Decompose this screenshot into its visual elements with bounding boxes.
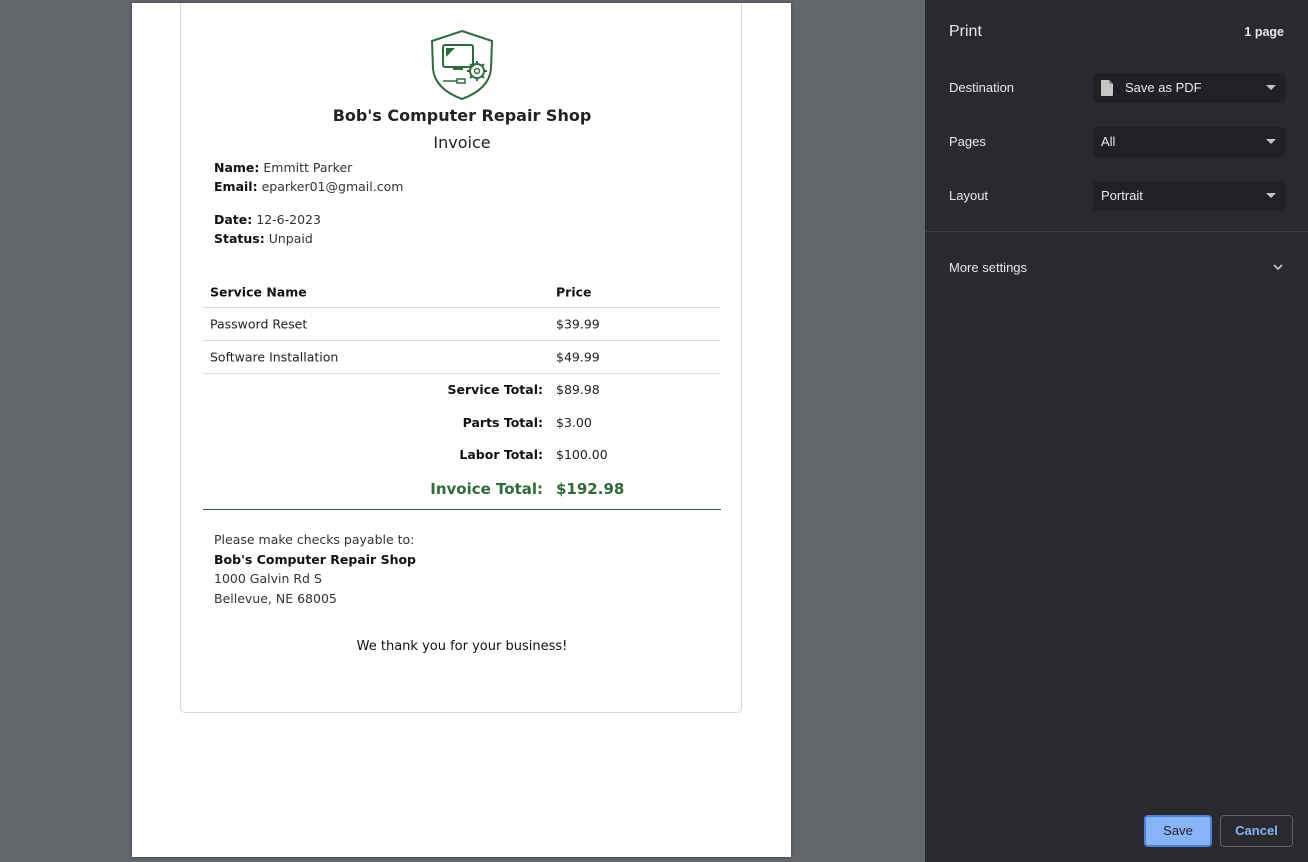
customer-email: eparker01@gmail.com xyxy=(261,179,404,194)
column-header-price: Price xyxy=(556,284,592,300)
save-button[interactable]: Save xyxy=(1144,815,1212,847)
invoice-title: Invoice xyxy=(433,133,491,152)
panel-divider xyxy=(925,231,1308,232)
customer-info: Name: Emmitt Parker Email: eparker01@gma… xyxy=(214,158,403,196)
pages-select[interactable]: All xyxy=(1093,127,1285,157)
labor-total-row: Labor Total: $100.00 xyxy=(203,447,721,467)
date-label: Date: xyxy=(214,212,253,227)
service-total-row: Service Total: $89.98 xyxy=(203,382,721,402)
customer-email-line: Email: eparker01@gmail.com xyxy=(214,177,403,196)
invoice-status: Unpaid xyxy=(268,231,313,246)
layout-label: Layout xyxy=(949,188,989,203)
destination-value: Save as PDF xyxy=(1125,80,1202,95)
payment-intro: Please make checks payable to: xyxy=(214,532,415,547)
customer-name: Emmitt Parker xyxy=(263,160,353,175)
address-line-2: Bellevue, NE 68005 xyxy=(214,590,337,606)
payment-info: Please make checks payable to: Bob's Com… xyxy=(214,530,416,608)
pages-label: Pages xyxy=(949,134,986,149)
email-label: Email: xyxy=(214,179,258,194)
service-name-cell: Software Installation xyxy=(210,349,339,365)
print-title: Print xyxy=(949,23,982,40)
caret-down-icon xyxy=(1266,85,1276,90)
name-label: Name: xyxy=(214,160,260,175)
payee-name-text: Bob's Computer Repair Shop xyxy=(214,551,417,567)
invoice-meta: Date: 12-6-2023 Status: Unpaid xyxy=(214,210,321,248)
parts-total-value: $3.00 xyxy=(556,415,592,430)
table-row: Password Reset $39.99 xyxy=(203,308,721,341)
labor-total-value: $100.00 xyxy=(556,447,608,462)
address-line-1: 1000 Galvin Rd S xyxy=(214,571,322,586)
thank-you-note: We thank you for your business! xyxy=(356,639,568,654)
service-total-label: Service Total: xyxy=(447,382,543,397)
invoice-total-value: $192.98 xyxy=(556,480,625,498)
invoice-date: 12-6-2023 xyxy=(256,212,321,227)
print-preview-area: Bob's Computer Repair Shop Invoice Name:… xyxy=(0,0,925,862)
status-label: Status: xyxy=(214,231,265,246)
customer-name-line: Name: Emmitt Parker xyxy=(214,158,403,177)
payee-name: Bob's Computer Repair Shop xyxy=(214,550,416,570)
layout-select[interactable]: Portrait xyxy=(1093,181,1285,211)
invoice-card: Bob's Computer Repair Shop Invoice Name:… xyxy=(180,3,742,713)
invoice-status-line: Status: Unpaid xyxy=(214,229,321,248)
service-name-cell: Password Reset xyxy=(210,316,308,332)
destination-label: Destination xyxy=(949,80,1015,95)
total-divider xyxy=(203,509,721,510)
table-header: Service Name Price xyxy=(203,277,721,308)
caret-down-icon xyxy=(1266,193,1276,198)
preview-page: Bob's Computer Repair Shop Invoice Name:… xyxy=(132,3,791,857)
services-table: Service Name Price Password Reset $39.99… xyxy=(203,277,721,374)
service-price-cell: $49.99 xyxy=(556,349,600,365)
pages-value: All xyxy=(1101,134,1116,149)
cancel-button[interactable]: Cancel xyxy=(1220,815,1293,847)
shop-logo-icon xyxy=(430,29,494,101)
service-total-value: $89.98 xyxy=(556,382,600,397)
print-settings-panel: Print 1 page Destination Save as PDF Pag… xyxy=(925,0,1308,862)
caret-down-icon xyxy=(1266,139,1276,144)
destination-select[interactable]: Save as PDF xyxy=(1093,73,1285,103)
service-price-cell: $39.99 xyxy=(556,316,600,332)
parts-total-row: Parts Total: $3.00 xyxy=(203,415,721,435)
table-row: Software Installation $49.99 xyxy=(203,341,721,374)
column-header-service: Service Name xyxy=(210,284,307,300)
document-icon xyxy=(1101,80,1113,96)
invoice-total-label: Invoice Total: xyxy=(430,480,543,498)
shop-name: Bob's Computer Repair Shop xyxy=(332,106,592,125)
page-count: 1 page xyxy=(1244,25,1284,39)
chevron-down-icon[interactable] xyxy=(1272,262,1284,272)
parts-total-label: Parts Total: xyxy=(462,415,543,430)
invoice-date-line: Date: 12-6-2023 xyxy=(214,210,321,229)
labor-total-label: Labor Total: xyxy=(459,447,543,462)
more-settings-toggle[interactable]: More settings xyxy=(949,260,1027,275)
invoice-total-row: Invoice Total: $192.98 xyxy=(203,480,721,500)
layout-value: Portrait xyxy=(1101,188,1143,203)
